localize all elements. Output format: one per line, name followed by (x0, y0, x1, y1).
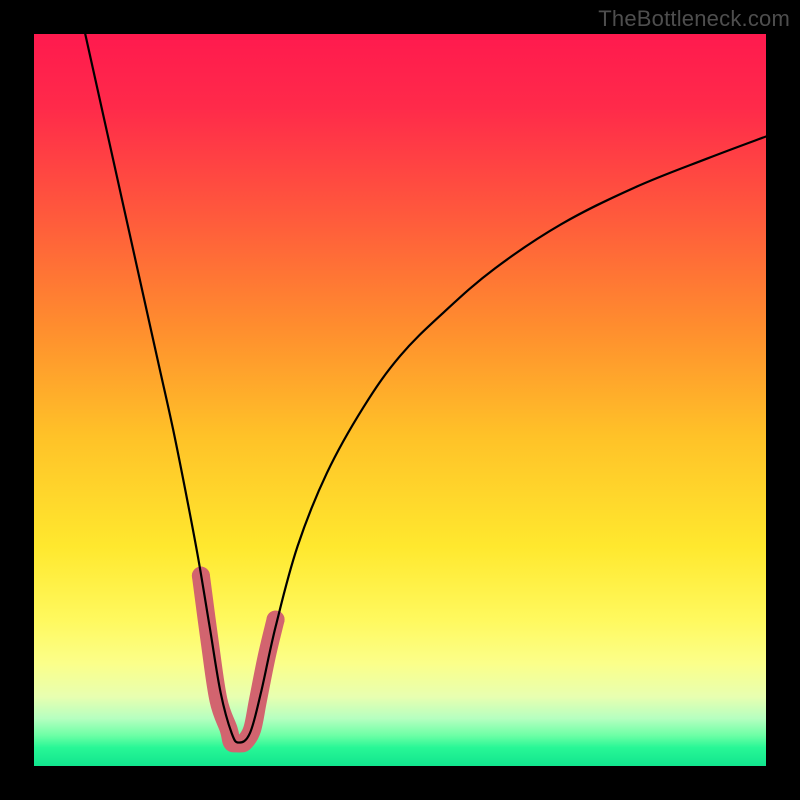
curves-layer (34, 34, 766, 766)
chart-stage: TheBottleneck.com (0, 0, 800, 800)
v-curve (85, 34, 766, 743)
watermark-label: TheBottleneck.com (598, 6, 790, 32)
plot-area (34, 34, 766, 766)
bottom-marker (192, 567, 285, 744)
